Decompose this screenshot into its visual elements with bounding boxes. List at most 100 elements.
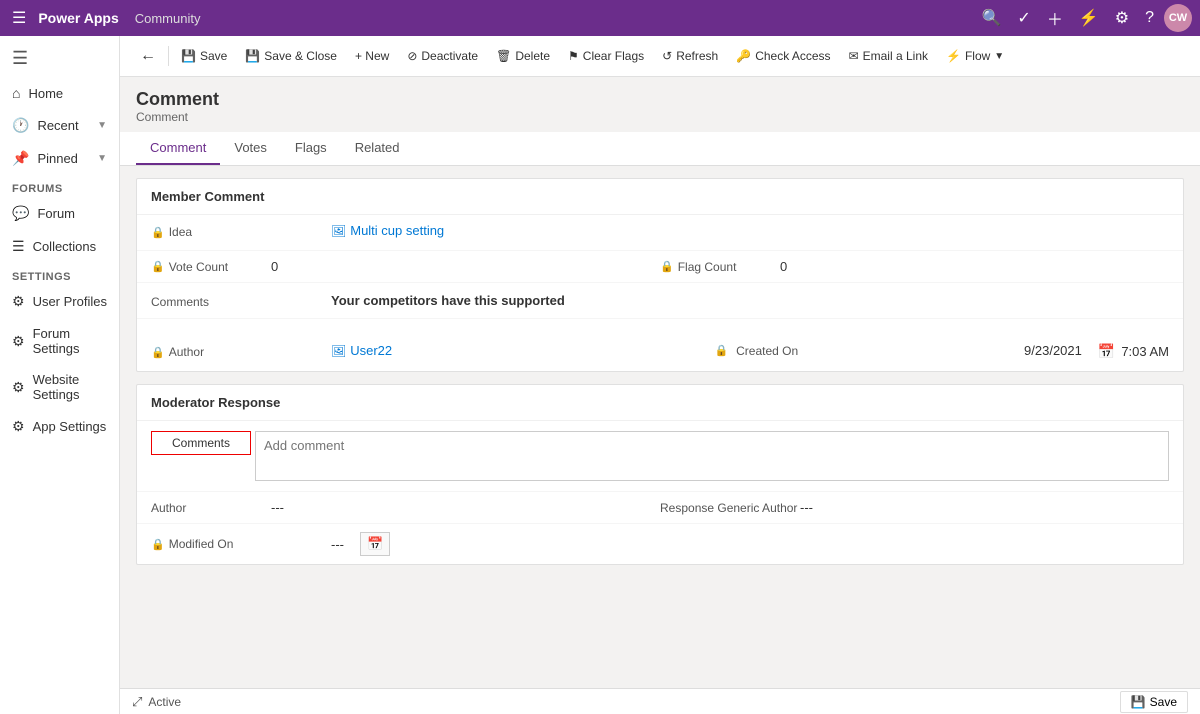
modified-lock-icon: 🔒 (151, 538, 165, 551)
flow-icon: ⚡ (946, 49, 961, 63)
sidebar-label-forum-settings: Forum Settings (33, 326, 107, 356)
save-close-icon: 💾 (245, 49, 260, 63)
comments-box-label: Comments (151, 431, 251, 455)
sidebar-item-recent[interactable]: 🕐 Recent ▼ (0, 109, 119, 142)
delete-button[interactable]: 🗑 Delete (488, 44, 558, 68)
vote-count-label: 🔒 Vote Count (151, 260, 271, 274)
time-col: 📅 7:03 AM (1098, 343, 1169, 360)
calendar-picker-button[interactable]: 📅 (360, 532, 390, 556)
flag-count-col: 🔒 Flag Count 0 (660, 259, 1169, 274)
idea-lock-icon: 🔒 (151, 226, 165, 239)
sidebar-item-pinned[interactable]: 📌 Pinned ▼ (0, 142, 119, 175)
forums-section-label: Forums (0, 175, 119, 197)
tab-votes[interactable]: Votes (220, 132, 281, 165)
mod-comments-label-box: Comments (151, 431, 251, 455)
flow-button[interactable]: ⚡ Flow ▼ (938, 44, 1012, 68)
save-button[interactable]: 💾 Save (173, 44, 235, 68)
vote-flag-row: 🔒 Vote Count 0 🔒 Flag Count 0 (137, 251, 1183, 283)
brand-logo: Power Apps (38, 10, 118, 26)
page-header: Comment Comment (136, 89, 1184, 124)
idea-link[interactable]: 🖼 Multi cup setting (331, 223, 444, 238)
toolbar: ← 💾 Save 💾 Save & Close + New ⊘ Deactiva… (120, 36, 1200, 77)
app-settings-icon: ⚙ (12, 418, 25, 435)
user-avatar[interactable]: CW (1164, 4, 1192, 32)
check-access-label: Check Access (755, 49, 830, 63)
sidebar-item-website-settings[interactable]: ⚙ Website Settings (0, 364, 119, 410)
hamburger-icon[interactable]: ☰ (8, 4, 30, 32)
back-arrow-icon: ← (140, 47, 156, 65)
sidebar-label-collections: Collections (33, 239, 97, 254)
sidebar-item-collections[interactable]: ☰ Collections (0, 230, 119, 263)
nav-community[interactable]: Community (135, 11, 201, 26)
expand-icon[interactable]: ⤢ (132, 694, 142, 710)
deactivate-label: Deactivate (421, 49, 478, 63)
author-link-icon: 🖼 (331, 344, 346, 358)
sidebar-hamburger[interactable]: ☰ (0, 40, 119, 77)
moderator-response-title: Moderator Response (137, 385, 1183, 421)
moderator-response-section: Moderator Response Comments Author --- (136, 384, 1184, 565)
flag-count-label: 🔒 Flag Count (660, 260, 780, 274)
modified-on-value: --- 📅 (331, 532, 390, 556)
response-generic-value: --- (800, 500, 813, 515)
flow-chevron-icon: ▼ (994, 51, 1004, 62)
status-bar: ⤢ Active 💾 Save (120, 688, 1200, 714)
vote-lock-icon: 🔒 (151, 260, 165, 273)
page-subtitle: Comment (136, 110, 1184, 124)
flag-count-value: 0 (780, 259, 1169, 274)
forum-settings-icon: ⚙ (12, 333, 25, 350)
sidebar-item-home[interactable]: ⌂ Home (0, 77, 119, 109)
author-lock-icon: 🔒 (151, 346, 165, 359)
new-button[interactable]: + New (347, 44, 397, 68)
clear-flags-button[interactable]: ⚑ Clear Flags (560, 44, 652, 68)
tabs: Comment Votes Flags Related (120, 132, 1200, 166)
collections-icon: ☰ (12, 238, 25, 255)
flow-label: Flow (965, 49, 990, 63)
back-button[interactable]: ← (132, 42, 164, 70)
filter-icon[interactable]: ⚡ (1073, 4, 1105, 32)
search-icon[interactable]: 🔍 (975, 4, 1007, 32)
comments-label: Comments (151, 293, 331, 309)
mod-comments-textarea[interactable] (255, 431, 1169, 481)
comments-value: Your competitors have this supported (331, 293, 1169, 308)
sidebar-item-user-profiles[interactable]: ⚙ User Profiles (0, 285, 119, 318)
created-on-time: 7:03 AM (1121, 344, 1169, 359)
email-link-button[interactable]: ✉ Email a Link (841, 44, 936, 68)
sidebar-item-forum[interactable]: 💬 Forum (0, 197, 119, 230)
status-save-icon: 💾 (1131, 695, 1146, 709)
vote-count-col: 🔒 Vote Count 0 (151, 259, 660, 274)
save-close-label: Save & Close (264, 49, 337, 63)
add-icon[interactable]: ＋ (1041, 2, 1069, 34)
sidebar-label-app-settings: App Settings (33, 419, 107, 434)
email-icon: ✉ (849, 49, 859, 63)
help-icon[interactable]: ? (1139, 5, 1160, 31)
calendar-icon: 📅 (1098, 343, 1115, 360)
refresh-icon: ↺ (662, 49, 672, 63)
created-on-col: 🔒 Created On 9/23/2021 (714, 343, 1097, 358)
idea-link-icon: 🖼 (331, 224, 346, 238)
modified-on-label: 🔒 Modified On (151, 537, 331, 551)
tab-related[interactable]: Related (341, 132, 414, 165)
sidebar-label-user-profiles: User Profiles (33, 294, 107, 309)
sidebar-label-forum: Forum (37, 206, 75, 221)
recent-chevron-icon: ▼ (97, 120, 107, 131)
save-close-button[interactable]: 💾 Save & Close (237, 44, 345, 68)
new-label: + New (355, 49, 389, 63)
refresh-button[interactable]: ↺ Refresh (654, 44, 726, 68)
status-bar-left: ⤢ Active (132, 694, 181, 710)
sidebar: ☰ ⌂ Home 🕐 Recent ▼ 📌 Pinned ▼ Forums 💬 … (0, 36, 120, 714)
check-access-button[interactable]: 🔑 Check Access (728, 44, 838, 68)
sidebar-item-forum-settings[interactable]: ⚙ Forum Settings (0, 318, 119, 364)
tab-flags[interactable]: Flags (281, 132, 341, 165)
favorite-icon[interactable]: ✓ (1011, 4, 1036, 32)
clear-flags-label: Clear Flags (583, 49, 644, 63)
delete-icon: 🗑 (496, 49, 511, 63)
save-icon: 💾 (181, 49, 196, 63)
settings-icon[interactable]: ⚙ (1109, 4, 1135, 32)
status-save-button[interactable]: 💾 Save (1120, 691, 1188, 713)
deactivate-icon: ⊘ (407, 49, 417, 63)
deactivate-button[interactable]: ⊘ Deactivate (399, 44, 486, 68)
author-link[interactable]: 🖼 User22 (331, 343, 392, 358)
sidebar-item-app-settings[interactable]: ⚙ App Settings (0, 410, 119, 443)
member-comment-section: Member Comment 🔒 Idea 🖼 Multi cup settin… (136, 178, 1184, 372)
tab-comment[interactable]: Comment (136, 132, 220, 165)
